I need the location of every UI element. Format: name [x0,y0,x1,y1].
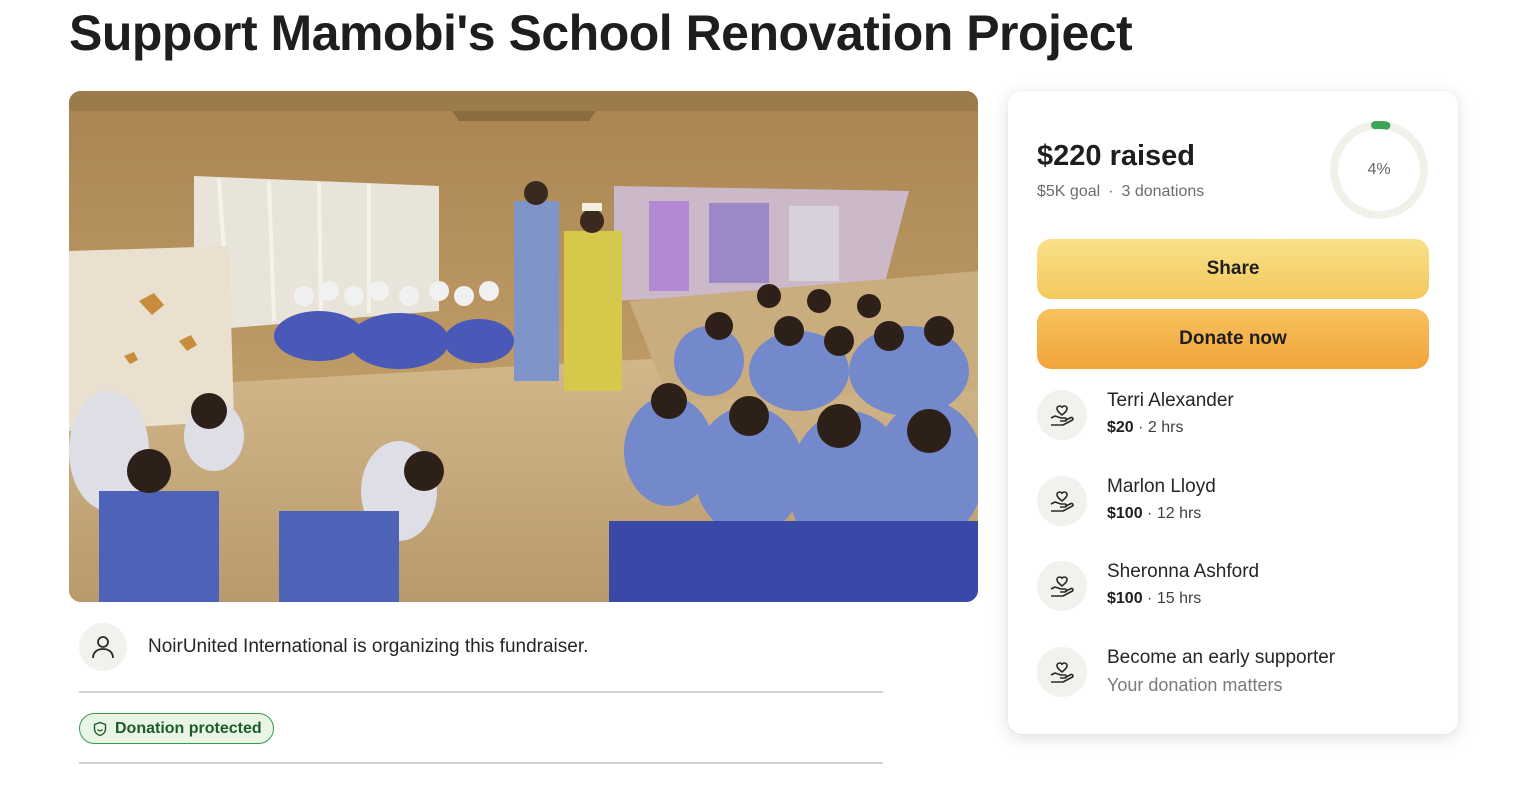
heart-hand-icon [1037,647,1087,697]
goal-summary: $5K goal · 3 donations [1037,183,1204,201]
donation-card: $220 raised $5K goal · 3 donations 4% Shar… [1008,91,1458,734]
progress-percent: 4% [1367,161,1391,178]
donation-item: Marlon Lloyd $100 · 12 hrs [1037,473,1429,529]
donation-detail: $100 · 15 hrs [1107,586,1259,612]
donor-name: Sheronna Ashford [1107,561,1260,582]
early-supporter-subtitle: Your donation matters [1107,675,1283,695]
donation-protected-badge[interactable]: Donation protected [79,713,274,744]
meta-separator: · [1108,183,1114,200]
donation-time: · 15 hrs [1147,590,1202,607]
shield-icon [92,721,108,737]
user-icon [79,623,127,671]
donation-time: · 12 hrs [1147,505,1202,522]
heart-hand-icon [1037,390,1087,440]
amount-raised: $220 raised [1037,140,1196,172]
hero-photo[interactable] [69,91,978,602]
donation-item: Terri Alexander $20 · 2 hrs [1037,387,1429,443]
donation-time: · 2 hrs [1138,419,1184,436]
organizer-text: NoirUnited International is organizing t… [148,636,589,657]
classroom-photo-illustration [69,91,978,602]
donation-amount: $20 [1107,419,1134,436]
fundraiser-page: Support Mamobi's School Renovation Proje… [0,0,1536,789]
early-supporter-title: Become an early supporter [1107,647,1336,668]
donation-amount: $100 [1107,505,1143,522]
donation-detail: $100 · 12 hrs [1107,501,1216,527]
divider [79,691,883,693]
donation-count: 3 donations [1121,183,1205,200]
donation-protected-label: Donation protected [115,719,262,737]
page-title: Support Mamobi's School Renovation Proje… [69,5,1133,61]
donor-name: Terri Alexander [1107,390,1234,411]
share-button[interactable]: Share [1037,239,1429,299]
donation-item: Sheronna Ashford $100 · 15 hrs [1037,558,1429,614]
organizer-row: NoirUnited International is organizing t… [79,623,883,671]
early-supporter-item[interactable]: Become an early supporter Your donation … [1037,644,1429,700]
heart-hand-icon [1037,561,1087,611]
donation-detail: $20 · 2 hrs [1107,415,1234,441]
donate-now-button[interactable]: Donate now [1037,309,1429,369]
donor-name: Marlon Lloyd [1107,476,1216,497]
donation-amount: $100 [1107,590,1143,607]
heart-hand-icon [1037,476,1087,526]
goal-amount: $5K goal [1037,183,1101,200]
divider [79,762,883,764]
